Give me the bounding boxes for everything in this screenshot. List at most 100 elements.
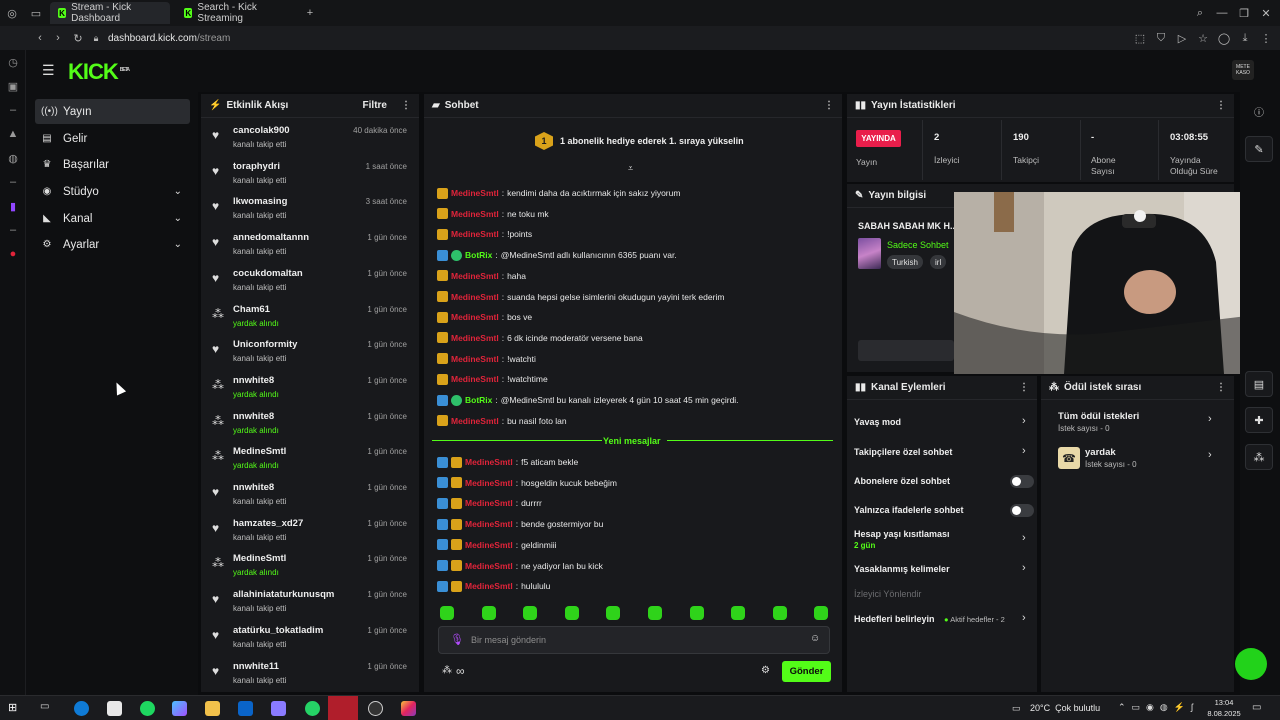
chat-message[interactable]: MedineSmtl: ne yadiyor lan bu kick [437, 558, 603, 574]
activity-event[interactable]: ♥ lkwomasing kanalı takip etti 3 saat önce [201, 193, 417, 228]
chat-message[interactable]: BotRix: @MedineSmtl adlı kullanıcının 636… [437, 247, 677, 263]
extension-icon[interactable]: ⬚ [1132, 30, 1148, 46]
event-username[interactable]: atatürku_tokatladim [233, 625, 323, 636]
chevron-right-icon[interactable]: › [1022, 445, 1026, 457]
activity-event[interactable]: ♥ nnwhite8 kanalı takip etti 1 gün önce [201, 479, 417, 514]
tab-search[interactable]: K Search - Kick Streaming [176, 2, 296, 24]
tab-stream-dashboard[interactable]: K Stream - Kick Dashboard [50, 2, 170, 24]
activity-event[interactable]: ⁂ nnwhite8 yardak alındı 1 gün önce [201, 372, 417, 407]
event-username[interactable]: nnwhite8 [233, 375, 274, 386]
chat-username[interactable]: MedineSmtl [451, 416, 499, 426]
task-view-icon[interactable]: ▭ [40, 701, 55, 716]
sidebar-item-gelir[interactable]: ▤ Gelir [35, 126, 190, 151]
chat-username[interactable]: MedineSmtl [465, 561, 513, 571]
url-field[interactable]: dashboard.kick.com/stream [108, 33, 230, 44]
activity-event[interactable]: ♥ allahiniataturkunusqm kanalı takip etti 1… [201, 586, 417, 621]
minimize-icon[interactable]: — [1214, 5, 1230, 21]
chat-message[interactable]: BotRix: @MedineSmtl bu kanalı izleyerek 4… [437, 392, 739, 408]
sadge-emote-icon[interactable] [440, 606, 454, 620]
edit-icon[interactable]: ✎ [1245, 136, 1273, 162]
app-icon[interactable] [172, 701, 187, 716]
more-icon[interactable]: ⋮ [1216, 382, 1226, 393]
hamburger-menu-icon[interactable]: ☰ [42, 62, 55, 79]
clock[interactable]: 13:04 8.08.2025 [1207, 697, 1241, 719]
chat-username[interactable]: MedineSmtl [451, 354, 499, 364]
emote-3-icon[interactable] [606, 606, 621, 620]
event-username[interactable]: lkwomasing [233, 196, 287, 207]
chat-message[interactable]: MedineSmtl:6 dk icinde moderatör versene… [437, 330, 643, 346]
globe-icon[interactable]: ◍ [0, 146, 26, 170]
chevron-right-icon[interactable]: › [1022, 562, 1026, 574]
edit-stream-info-button[interactable] [858, 340, 954, 361]
settings-gear-icon[interactable]: ⚙ [761, 665, 770, 676]
chevron-right-icon[interactable]: › [1208, 413, 1212, 425]
event-username[interactable]: Cham61 [233, 304, 270, 315]
outlook-icon[interactable] [238, 701, 253, 716]
activity-event[interactable]: ♥ nnwhite11 kanalı takip etti 1 gün önce [201, 658, 417, 693]
chat-username[interactable]: MedineSmtl [465, 478, 513, 488]
search-icon[interactable]: ⌕ [1192, 5, 1208, 21]
history-icon[interactable]: ◷ [0, 50, 26, 74]
app-icon[interactable] [271, 701, 286, 716]
microphone-icon[interactable]: 🎙︎ [450, 633, 464, 646]
active-app-icon[interactable] [328, 696, 358, 720]
chat-message[interactable]: MedineSmtl: !watchtime [437, 371, 548, 387]
avatar[interactable]: METE KASO [1232, 60, 1254, 80]
tab-actions-icon[interactable]: ▭ [28, 5, 44, 21]
weather-text[interactable]: 20°C Çok bulutlu [1030, 703, 1100, 713]
obs-icon[interactable] [368, 701, 383, 716]
chat-message[interactable]: MedineSmtl: !watchti [437, 351, 536, 367]
event-username[interactable]: nnwhite8 [233, 482, 274, 493]
event-username[interactable]: cancolak900 [233, 125, 290, 136]
emote-2-icon[interactable] [564, 606, 579, 620]
event-username[interactable]: cocukdomaltan [233, 268, 303, 279]
file-explorer-icon[interactable] [205, 701, 220, 716]
spotify-icon[interactable] [140, 701, 155, 716]
action-followers-only[interactable]: Takipçilere özel sohbet [854, 447, 952, 457]
chat-message[interactable]: MedineSmtl: bende gostermiyor bu [437, 516, 603, 532]
info-icon[interactable]: ⓘ [1254, 104, 1264, 119]
chat-username[interactable]: MedineSmtl [465, 581, 513, 591]
chat-username[interactable]: MedineSmtl [451, 312, 499, 322]
floating-action-button[interactable] [1235, 648, 1267, 680]
chat-username[interactable]: MedineSmtl [465, 519, 513, 529]
action-banned-words[interactable]: Yasaklanmış kelimeler [854, 564, 950, 574]
event-username[interactable]: annedomaltannn [233, 232, 309, 243]
whatsapp-icon[interactable] [305, 701, 320, 716]
event-username[interactable]: hamzates_xd27 [233, 518, 303, 529]
chat-username[interactable]: MedineSmtl [465, 457, 513, 467]
forward-icon[interactable]: › [50, 30, 66, 46]
activity-event[interactable]: ♥ toraphydri kanalı takip etti 1 saat önce [201, 158, 417, 193]
emote-8-icon[interactable] [814, 606, 829, 620]
activity-event[interactable]: ♥ atatürku_tokatladim kanalı takip etti 1 g… [201, 622, 417, 657]
layout-icon[interactable]: ▤ [1245, 371, 1273, 397]
chevron-right-icon[interactable]: › [1022, 415, 1026, 427]
shield-icon[interactable]: ⛉ [1153, 30, 1169, 46]
activity-event[interactable]: ⁂ Cham61 yardak alındı 1 gün önce [201, 301, 417, 336]
sidebar-item-studyo[interactable]: ◉ Stüdyo ⌄ [35, 179, 190, 204]
chat-username[interactable]: BotRix [465, 250, 492, 260]
profile-icon[interactable]: ◯ [1216, 30, 1232, 46]
chat-username[interactable]: MedineSmtl [465, 540, 513, 550]
emotes-only-toggle[interactable] [1010, 504, 1034, 517]
download-icon[interactable]: ⤓ [1237, 30, 1253, 46]
reward-name[interactable]: yardak [1085, 447, 1116, 458]
emote-5-icon[interactable] [689, 606, 704, 620]
more-icon[interactable]: ⋮ [1019, 382, 1029, 393]
alien-emote-icon[interactable] [481, 606, 496, 620]
sidebar-item-basarilar[interactable]: ♛ Başarılar [35, 152, 190, 177]
wrench-icon[interactable]: ✚ [1245, 407, 1273, 433]
app-icon[interactable]: ● [0, 242, 26, 266]
chat-message[interactable]: MedineSmtl: !points [437, 226, 532, 242]
chat-message[interactable]: MedineSmtl: geldinmiii [437, 537, 557, 553]
chat-username[interactable]: BotRix [465, 395, 492, 405]
share-icon[interactable]: ⁂ [1245, 444, 1273, 470]
stream-category[interactable]: Sadece Sohbet [887, 240, 954, 250]
new-tab-icon[interactable]: + [302, 5, 318, 21]
chat-username[interactable]: MedineSmtl [465, 498, 513, 508]
event-username[interactable]: MedineSmtl [233, 553, 286, 564]
chevron-right-icon[interactable]: › [1022, 532, 1026, 544]
sidebar-item-yayin[interactable]: ((•)) Yayın [35, 99, 190, 124]
emote-4-icon[interactable] [648, 606, 662, 620]
chat-message[interactable]: MedineSmtl: hulululu [437, 578, 550, 594]
